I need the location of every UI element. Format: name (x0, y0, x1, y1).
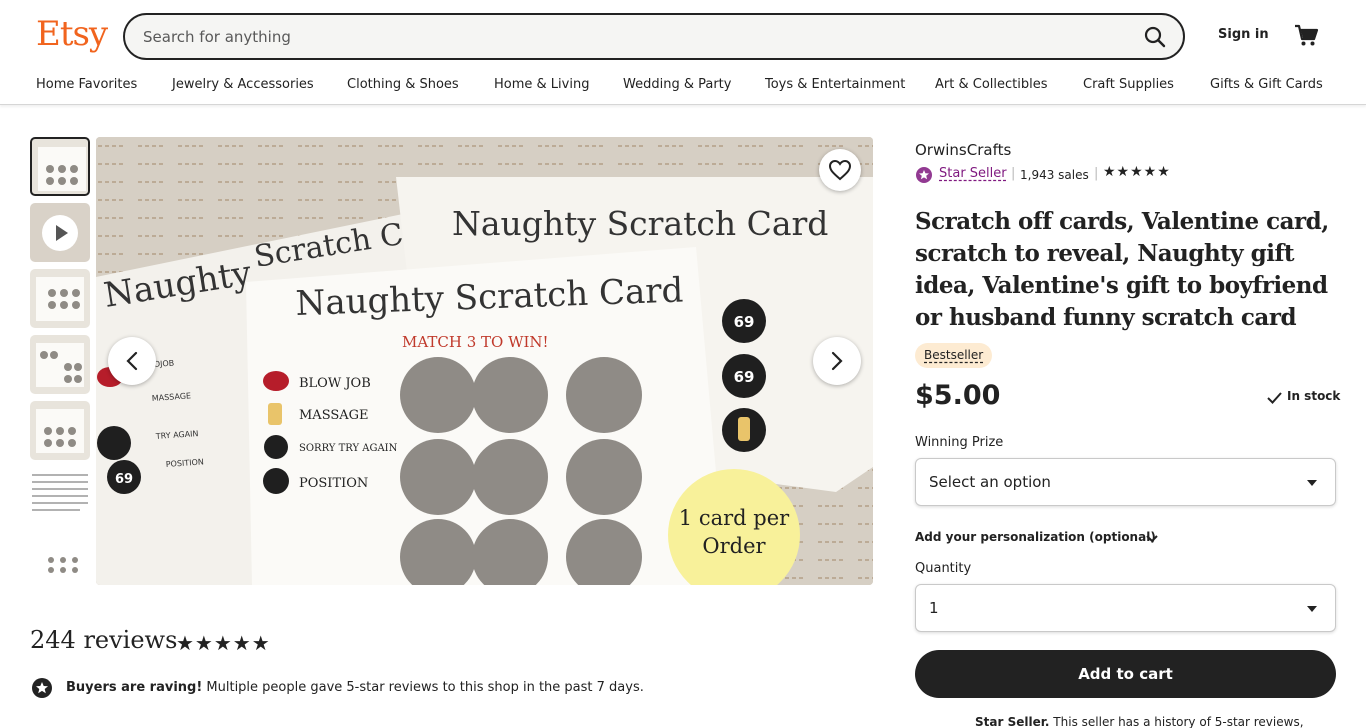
main-listing-image[interactable]: Naughty Scratch C Naughty Scratch Card 6… (96, 137, 873, 585)
nav-art-collectibles[interactable]: Art & Collectibles (935, 77, 1047, 92)
nav-craft-supplies[interactable]: Craft Supplies (1083, 77, 1174, 92)
nav-clothing-shoes[interactable]: Clothing & Shoes (347, 77, 459, 92)
nav-jewelry-accessories[interactable]: Jewelry & Accessories (172, 77, 314, 92)
thumbnail-5[interactable] (30, 401, 90, 460)
raving-bold: Buyers are raving! (66, 680, 203, 695)
nav-home-favorites[interactable]: Home Favorites (36, 77, 137, 92)
star-seller-icon (916, 167, 932, 183)
bestseller-badge[interactable]: Bestseller (915, 343, 993, 368)
search-icon[interactable] (1143, 25, 1167, 49)
chevron-down-icon[interactable] (1144, 532, 1160, 546)
back-card-right-title: Naughty Scratch Card (452, 204, 828, 243)
stock-status: In stock (1287, 389, 1341, 403)
thumbnail-strip (30, 137, 90, 585)
add-to-cart-button[interactable]: Add to cart (915, 650, 1336, 698)
circle-line-2: Order (702, 534, 766, 558)
thumbnail-7[interactable] (30, 533, 90, 585)
search-input[interactable] (143, 25, 1103, 49)
favorite-button[interactable] (819, 149, 861, 191)
nav-home-living[interactable]: Home & Living (494, 77, 589, 92)
circle-line-1: 1 card per (679, 506, 790, 530)
shop-rating-stars[interactable]: ★★★★★ (1103, 164, 1171, 180)
personalization-toggle[interactable]: Add your personalization (optional) (915, 530, 1156, 544)
listing-title: Scratch off cards, Valentine card, scrat… (915, 208, 1329, 331)
play-icon (42, 215, 78, 251)
next-image-button[interactable] (813, 337, 861, 385)
right-number-2: 69 (734, 368, 755, 386)
sign-in-link[interactable]: Sign in (1218, 27, 1269, 42)
raving-text: Multiple people gave 5-star reviews to t… (202, 680, 644, 695)
review-count: 244 reviews (30, 626, 178, 654)
quantity-value: 1 (929, 599, 939, 617)
star-seller-note: Star Seller. This seller has a history o… (975, 715, 1304, 728)
category-nav: Home Favorites Jewelry & Accessories Clo… (0, 72, 1366, 105)
caret-down-icon (1307, 606, 1317, 612)
left-job: OJOB (154, 359, 175, 369)
prize-3: SORRY TRY AGAIN (299, 443, 398, 454)
prize-2: MASSAGE (299, 408, 369, 423)
thumbnail-6[interactable] (30, 467, 90, 526)
cart-icon[interactable] (1293, 22, 1319, 48)
nav-wedding-party[interactable]: Wedding & Party (623, 77, 731, 92)
thumbnail-1[interactable] (30, 137, 90, 196)
chevron-left-icon (126, 351, 138, 371)
star-seller-note-bold: Star Seller. (975, 715, 1050, 728)
divider: | (1094, 166, 1099, 181)
star-badge-icon (32, 678, 52, 698)
star-seller-link[interactable]: Star Seller (939, 166, 1007, 181)
previous-image-button[interactable] (108, 337, 156, 385)
caret-down-icon (1307, 480, 1317, 486)
left-number: 69 (115, 472, 133, 487)
nav-gifts-gift-cards[interactable]: Gifts & Gift Cards (1210, 77, 1323, 92)
winning-prize-label: Winning Prize (915, 435, 1004, 450)
right-number-1: 69 (734, 313, 755, 331)
checkmark-icon (1267, 392, 1282, 404)
prize-4: POSITION (299, 476, 368, 491)
heart-icon (828, 159, 852, 181)
star-seller-note-text: This seller has a history of 5-star revi… (1049, 715, 1304, 728)
winning-prize-select[interactable]: Select an option (915, 458, 1336, 506)
price: $5.00 (915, 380, 1001, 411)
prize-1: BLOW JOB (299, 376, 371, 391)
nav-toys-entertainment[interactable]: Toys & Entertainment (765, 77, 905, 92)
thumbnail-4[interactable] (30, 335, 90, 394)
chevron-right-icon (831, 351, 843, 371)
buyers-raving-note: Buyers are raving! Multiple people gave … (66, 680, 644, 695)
quantity-select[interactable]: 1 (915, 584, 1336, 632)
match-text: MATCH 3 TO WIN! (402, 333, 549, 351)
thumbnail-3[interactable] (30, 269, 90, 328)
shop-name-link[interactable]: OrwinsCrafts (915, 141, 1011, 159)
shop-sales: 1,943 sales (1020, 168, 1089, 182)
search-bar (123, 13, 1185, 60)
etsy-logo[interactable]: Etsy (36, 14, 108, 54)
review-stars: ★★★★★ (176, 631, 271, 655)
winning-prize-value: Select an option (929, 473, 1051, 491)
quantity-label: Quantity (915, 561, 972, 576)
thumbnail-video[interactable] (30, 203, 90, 262)
divider: | (1011, 166, 1016, 181)
